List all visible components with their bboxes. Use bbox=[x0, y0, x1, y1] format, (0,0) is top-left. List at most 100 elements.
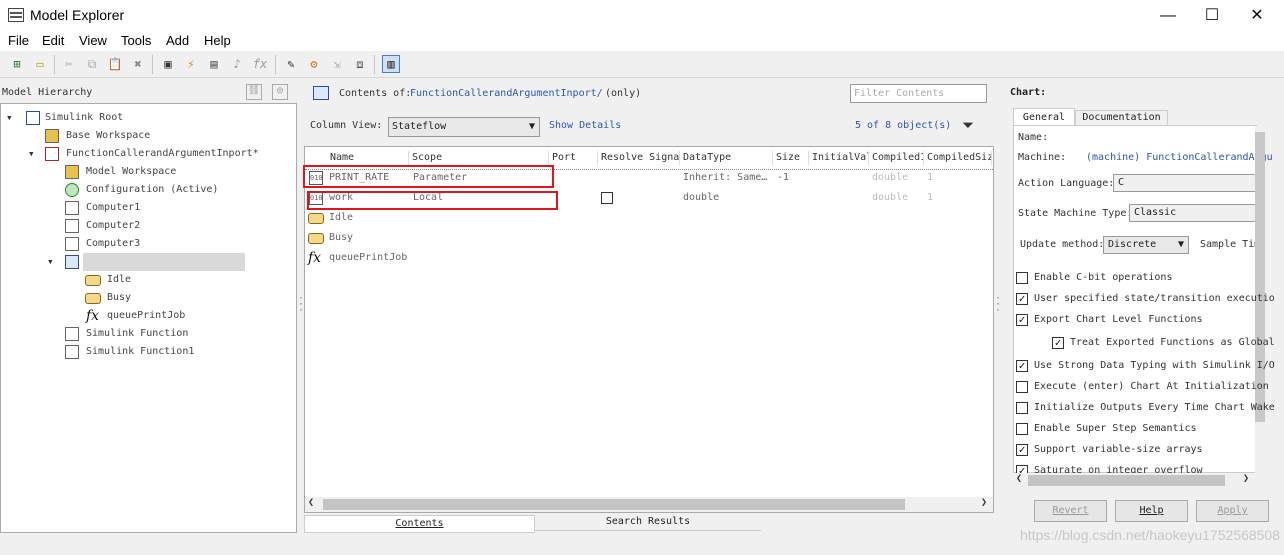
collapse-arrow-icon[interactable]: ▾ bbox=[6, 109, 13, 127]
table-row[interactable]: fx queuePrintJob bbox=[305, 248, 993, 268]
tree-item-queueprintjob[interactable]: fx queuePrintJob bbox=[1, 307, 291, 325]
contents-list[interactable]: Name Scope Port Resolve Signal DataType … bbox=[303, 146, 994, 513]
link-icon[interactable]: ⛓ bbox=[246, 84, 262, 100]
tree-item-base-workspace[interactable]: Base Workspace bbox=[1, 127, 291, 145]
tree-item-simulink-function1[interactable]: Simulink Function1 bbox=[1, 343, 291, 361]
table-row[interactable]: Idle bbox=[305, 208, 993, 228]
option-row[interactable]: ✓ Export Chart Level Functions bbox=[1016, 314, 1254, 328]
option-checkbox[interactable] bbox=[1016, 272, 1028, 284]
tab-documentation[interactable]: Documentation bbox=[1075, 110, 1168, 126]
menu-add[interactable]: Add bbox=[166, 33, 189, 48]
scroll-right-icon[interactable]: ❯ bbox=[981, 497, 987, 508]
column-header-resolve-signal[interactable]: Resolve Signal bbox=[598, 151, 680, 165]
collapse-arrow-icon[interactable]: ▾ bbox=[47, 253, 54, 271]
column-header-compiledsize[interactable]: CompiledSize bbox=[924, 151, 992, 165]
add-fx-icon[interactable]: fx bbox=[251, 55, 269, 73]
tree-item-computer1[interactable]: Computer1 bbox=[1, 199, 291, 217]
menu-edit[interactable]: Edit bbox=[42, 33, 64, 48]
option-checkbox[interactable] bbox=[1016, 423, 1028, 435]
help-button[interactable]: Help bbox=[1115, 500, 1188, 522]
machine-link[interactable]: (machine) FunctionCallerandArgu bbox=[1086, 152, 1273, 163]
option-checkbox[interactable]: ✓ bbox=[1016, 360, 1028, 372]
horizontal-scrollbar[interactable]: ❮ ❯ bbox=[1013, 473, 1257, 488]
tree-item-computer2[interactable]: Computer2 bbox=[1, 217, 291, 235]
option-row[interactable]: Enable Super Step Semantics bbox=[1016, 423, 1254, 437]
tree-item-computer3[interactable]: Computer3 bbox=[1, 235, 291, 253]
scroll-left-icon[interactable]: ❮ bbox=[1016, 473, 1022, 484]
show-details-link[interactable]: Show Details bbox=[549, 120, 621, 131]
scroll-right-icon[interactable]: ❯ bbox=[1243, 473, 1249, 484]
option-row[interactable]: Execute (enter) Chart At Initialization bbox=[1016, 381, 1269, 395]
state-machine-type-select[interactable]: Classic bbox=[1129, 204, 1258, 222]
close-button[interactable]: ✕ bbox=[1234, 0, 1280, 31]
model-config-icon[interactable]: ⚙ bbox=[305, 55, 323, 73]
add-data-icon[interactable]: ▣ bbox=[159, 55, 177, 73]
tree-item-simulink-function[interactable]: Simulink Function bbox=[1, 325, 291, 343]
option-row[interactable]: ✓ Use Strong Data Typing with Simulink I/… bbox=[1016, 360, 1275, 374]
export-icon[interactable]: ⇲ bbox=[328, 55, 346, 73]
option-checkbox[interactable]: ✓ bbox=[1016, 444, 1028, 456]
option-checkbox[interactable] bbox=[1016, 381, 1028, 393]
menu-file[interactable]: File bbox=[8, 33, 29, 48]
tab-contents[interactable]: Contents bbox=[304, 515, 535, 533]
mask-icon[interactable]: ◎ bbox=[272, 84, 288, 100]
model-hierarchy-tree[interactable]: ▾ Simulink Root Base Workspace ▾ Functio… bbox=[0, 103, 297, 533]
cut-icon[interactable]: ✂ bbox=[60, 55, 78, 73]
column-header-name[interactable]: Name bbox=[327, 151, 409, 165]
edit-object-icon[interactable]: ✎ bbox=[282, 55, 300, 73]
add-event-icon[interactable]: ⚡ bbox=[182, 55, 200, 73]
menu-view[interactable]: View bbox=[79, 33, 107, 48]
tree-item-busy[interactable]: Busy bbox=[1, 289, 291, 307]
horizontal-scrollbar[interactable]: ❮ ❯ bbox=[305, 497, 993, 512]
column-header-port[interactable]: Port bbox=[549, 151, 598, 165]
open-folder-icon[interactable]: ▭ bbox=[31, 55, 49, 73]
paste-icon[interactable]: 📋 bbox=[106, 55, 124, 73]
minimize-button[interactable]: — bbox=[1145, 0, 1191, 31]
option-checkbox[interactable]: ✓ bbox=[1016, 314, 1028, 326]
tab-general[interactable]: General bbox=[1013, 108, 1075, 126]
scroll-thumb[interactable] bbox=[323, 499, 905, 510]
maximize-button[interactable]: ☐ bbox=[1189, 0, 1235, 31]
option-row[interactable]: Enable C-bit operations bbox=[1016, 272, 1254, 286]
add-message-icon[interactable]: ▤ bbox=[205, 55, 223, 73]
resolve-signal-checkbox[interactable] bbox=[601, 192, 613, 204]
update-method-select[interactable]: Discrete ▼ bbox=[1103, 236, 1189, 254]
tree-item-model-workspace[interactable]: Model Workspace bbox=[1, 163, 291, 181]
view-manager-icon[interactable]: ⧈ bbox=[351, 55, 369, 73]
delete-icon[interactable]: ✖ bbox=[129, 55, 147, 73]
option-row[interactable]: ✓ Support variable-size arrays bbox=[1016, 444, 1254, 458]
action-language-select[interactable]: C bbox=[1113, 174, 1258, 192]
tree-item-model[interactable]: ▾ FunctionCallerandArgumentInport* bbox=[1, 145, 291, 163]
copy-icon[interactable]: ⧉ bbox=[83, 55, 101, 73]
dialog-view-toggle-icon[interactable]: ▥ bbox=[382, 55, 400, 73]
column-header-datatype[interactable]: DataType bbox=[680, 151, 773, 165]
collapse-arrow-icon[interactable]: ▾ bbox=[28, 145, 35, 163]
option-checkbox[interactable]: ✓ bbox=[1052, 337, 1064, 349]
revert-button[interactable]: Revert bbox=[1034, 500, 1107, 522]
column-header-size[interactable]: Size bbox=[773, 151, 809, 165]
menu-tools[interactable]: Tools bbox=[121, 33, 151, 48]
tree-item-chart-selected[interactable]: ▾ bbox=[1, 253, 291, 271]
scroll-left-icon[interactable]: ❮ bbox=[308, 497, 314, 508]
right-splitter-handle[interactable]: · · · bbox=[995, 294, 1001, 316]
new-model-icon[interactable]: ⊞ bbox=[8, 55, 26, 73]
column-header-initialvalue[interactable]: InitialValue bbox=[809, 151, 869, 165]
tree-item-configuration[interactable]: Configuration (Active) bbox=[1, 181, 291, 199]
option-row[interactable]: ✓ Treat Exported Functions as Global bbox=[1052, 337, 1275, 351]
column-header-compiled[interactable]: Compiled1 bbox=[869, 151, 924, 165]
filter-funnel-icon[interactable]: ⏷ bbox=[962, 116, 974, 134]
option-checkbox[interactable]: ✓ bbox=[1016, 293, 1028, 305]
scroll-thumb[interactable] bbox=[1028, 475, 1225, 486]
apply-button[interactable]: Apply bbox=[1196, 500, 1269, 522]
column-header-scope[interactable]: Scope bbox=[409, 151, 549, 165]
left-splitter-handle[interactable]: · · · bbox=[298, 294, 304, 316]
filter-contents-input[interactable]: Filter Contents bbox=[850, 84, 987, 103]
option-checkbox[interactable] bbox=[1016, 402, 1028, 414]
tree-item-idle[interactable]: Idle bbox=[1, 271, 291, 289]
scroll-thumb[interactable] bbox=[1255, 132, 1265, 422]
option-row[interactable]: Initialize Outputs Every Time Chart Wake bbox=[1016, 402, 1275, 416]
add-function-call-icon[interactable]: ♪ bbox=[228, 55, 246, 73]
column-view-select[interactable]: Stateflow ▼ bbox=[388, 117, 540, 137]
tab-search-results[interactable]: Search Results bbox=[535, 515, 761, 531]
table-row[interactable]: Busy bbox=[305, 228, 993, 248]
